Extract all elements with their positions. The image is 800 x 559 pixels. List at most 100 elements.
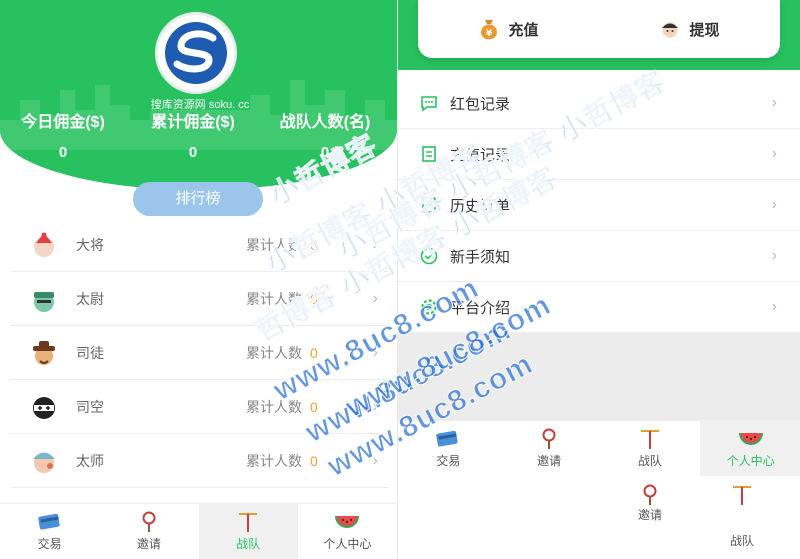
withdraw-label: 提现: [689, 21, 720, 39]
rank-count-label: 累计人数: [246, 290, 302, 307]
tab-profile[interactable]: 个人中心: [298, 504, 397, 559]
team-header: 搜库资源网 soku. cc 今日佣金($) 0 累计佣金($) 0 战队人数(…: [0, 0, 397, 190]
commander-avatar-icon: [26, 281, 62, 317]
empty-gray-area: [398, 333, 800, 420]
tab-trade[interactable]: 交易: [0, 504, 99, 559]
rank-item-situ[interactable]: 司徒 累计人数 0 ›: [10, 326, 388, 380]
grand-tutor-avatar-icon: [26, 443, 62, 479]
chevron-right-icon: ›: [771, 298, 777, 315]
chevron-right-icon: ›: [372, 451, 378, 469]
rank-count: 0: [310, 344, 318, 361]
card-icon: [37, 511, 63, 533]
rank-name: 太师: [76, 452, 104, 469]
profile-panel: ¥ 充值 提现 红包记录 › 充值记录 › 历史订单 › 新手须知 › 平台介绍…: [397, 0, 800, 559]
rank-count-label: 累计人数: [246, 452, 302, 469]
team-icon: [637, 428, 663, 450]
chevron-right-icon: ›: [771, 94, 777, 111]
chevron-right-icon: ›: [771, 196, 777, 213]
check-icon: [418, 245, 440, 267]
wallet-actions-card: ¥ 充值 提现: [418, 0, 780, 58]
ghost-tab-team: 战队: [712, 484, 772, 549]
rank-count-label: 累计人数: [246, 344, 302, 361]
chevron-right-icon: ›: [372, 397, 378, 415]
bottom-tab-bar: 交易 邀请 战队 个人中心: [398, 420, 800, 476]
rank-name: 太尉: [76, 290, 104, 307]
rank-name: 司空: [76, 398, 104, 415]
minister-avatar-icon: [26, 335, 62, 371]
settings-icon: [418, 296, 440, 318]
rank-item-taiwei[interactable]: 太尉 累计人数 0 ›: [10, 272, 388, 326]
chat-bubble-icon: [418, 92, 440, 114]
tab-invite[interactable]: 邀请: [499, 421, 600, 476]
rank-item-dajiang[interactable]: 大将 累计人数 0 ›: [10, 218, 388, 272]
tab-label: 个人中心: [323, 537, 372, 551]
rank-count-label: 累计人数: [246, 236, 302, 253]
tab-label: 交易: [436, 454, 461, 468]
chevron-right-icon: ›: [372, 289, 378, 307]
menu-item-order-history[interactable]: 历史订单 ›: [398, 180, 800, 231]
magnifier-icon: [136, 511, 162, 533]
stat-value: 0: [58, 144, 68, 161]
site-logo: [155, 12, 237, 94]
magnifier-icon: [536, 428, 562, 450]
order-icon: [418, 194, 440, 216]
menu-item-platform-intro[interactable]: 平台介绍 ›: [398, 282, 800, 333]
masked-avatar-icon: [26, 389, 62, 425]
ghost-tab-invite: 邀请: [620, 484, 680, 523]
tab-team[interactable]: 战队: [198, 504, 298, 559]
tab-label: 交易: [37, 537, 62, 551]
chevron-right-icon: ›: [771, 247, 777, 264]
chevron-right-icon: ›: [372, 343, 378, 361]
bottom-tab-bar: 交易 邀请 战队 个人中心: [0, 503, 397, 559]
record-icon: [418, 143, 440, 165]
rank-name: 大将: [76, 236, 104, 253]
stat-label: 今日佣金($): [21, 114, 105, 131]
team-icon: [235, 511, 261, 533]
tab-invite[interactable]: 邀请: [99, 504, 198, 559]
recharge-button[interactable]: ¥ 充值: [418, 0, 599, 58]
watermelon-icon: [738, 428, 764, 450]
stat-value: 0: [188, 144, 198, 161]
withdraw-button[interactable]: 提现: [599, 0, 780, 58]
tab-profile[interactable]: 个人中心: [700, 421, 800, 476]
rank-count: 0: [310, 398, 318, 415]
rank-count-label: 累计人数: [246, 398, 302, 415]
tab-label: 个人中心: [726, 454, 775, 468]
tab-label: 战队: [236, 537, 261, 551]
rank-list: 大将 累计人数 0 › 太尉 累计人数 0 › 司徒 累计人数 0 › 司空 累…: [10, 218, 388, 488]
recharge-label: 充值: [508, 21, 539, 39]
tab-team[interactable]: 战队: [600, 421, 701, 476]
profile-menu: 红包记录 › 充值记录 › 历史订单 › 新手须知 › 平台介绍 ›: [398, 78, 800, 333]
stat-label: 战队人数(名): [279, 114, 371, 131]
menu-item-label: 红包记录: [450, 95, 511, 113]
tab-label: 邀请: [637, 508, 662, 522]
rank-count: 0: [310, 236, 318, 253]
tab-trade[interactable]: 交易: [398, 421, 499, 476]
money-bag-icon: ¥: [478, 18, 500, 40]
menu-item-beginner-guide[interactable]: 新手须知 ›: [398, 231, 800, 282]
menu-item-red-packet-records[interactable]: 红包记录 ›: [398, 78, 800, 129]
stat-team-members: 战队人数(名) 0: [270, 108, 380, 161]
magnifier-icon: [643, 484, 657, 505]
stat-today-commission: 今日佣金($) 0: [8, 108, 118, 161]
duplicate-tab-fragment: 邀请 战队: [398, 476, 800, 559]
logo-icon: [165, 22, 227, 84]
stat-total-commission: 累计佣金($) 0: [138, 108, 248, 161]
menu-item-label: 历史订单: [450, 197, 511, 215]
team-icon: [733, 486, 751, 505]
menu-item-recharge-records[interactable]: 充值记录 ›: [398, 129, 800, 180]
rank-count: 0: [310, 452, 318, 469]
menu-item-label: 平台介绍: [450, 299, 511, 317]
rank-item-sikong[interactable]: 司空 累计人数 0 ›: [10, 380, 388, 434]
rank-item-taishi[interactable]: 太师 累计人数 0 ›: [10, 434, 388, 488]
watermelon-icon: [334, 511, 360, 533]
stat-label: 累计佣金($): [151, 114, 235, 131]
chevron-right-icon: ›: [372, 235, 378, 253]
chevron-right-icon: ›: [771, 145, 777, 162]
tab-label: 战队: [637, 454, 662, 468]
tab-label: 战队: [729, 534, 754, 548]
leaderboard-button[interactable]: 排行榜: [133, 182, 263, 216]
tab-label: 邀请: [136, 537, 161, 551]
rank-count: 0: [310, 290, 318, 307]
rank-name: 司徒: [76, 344, 104, 361]
